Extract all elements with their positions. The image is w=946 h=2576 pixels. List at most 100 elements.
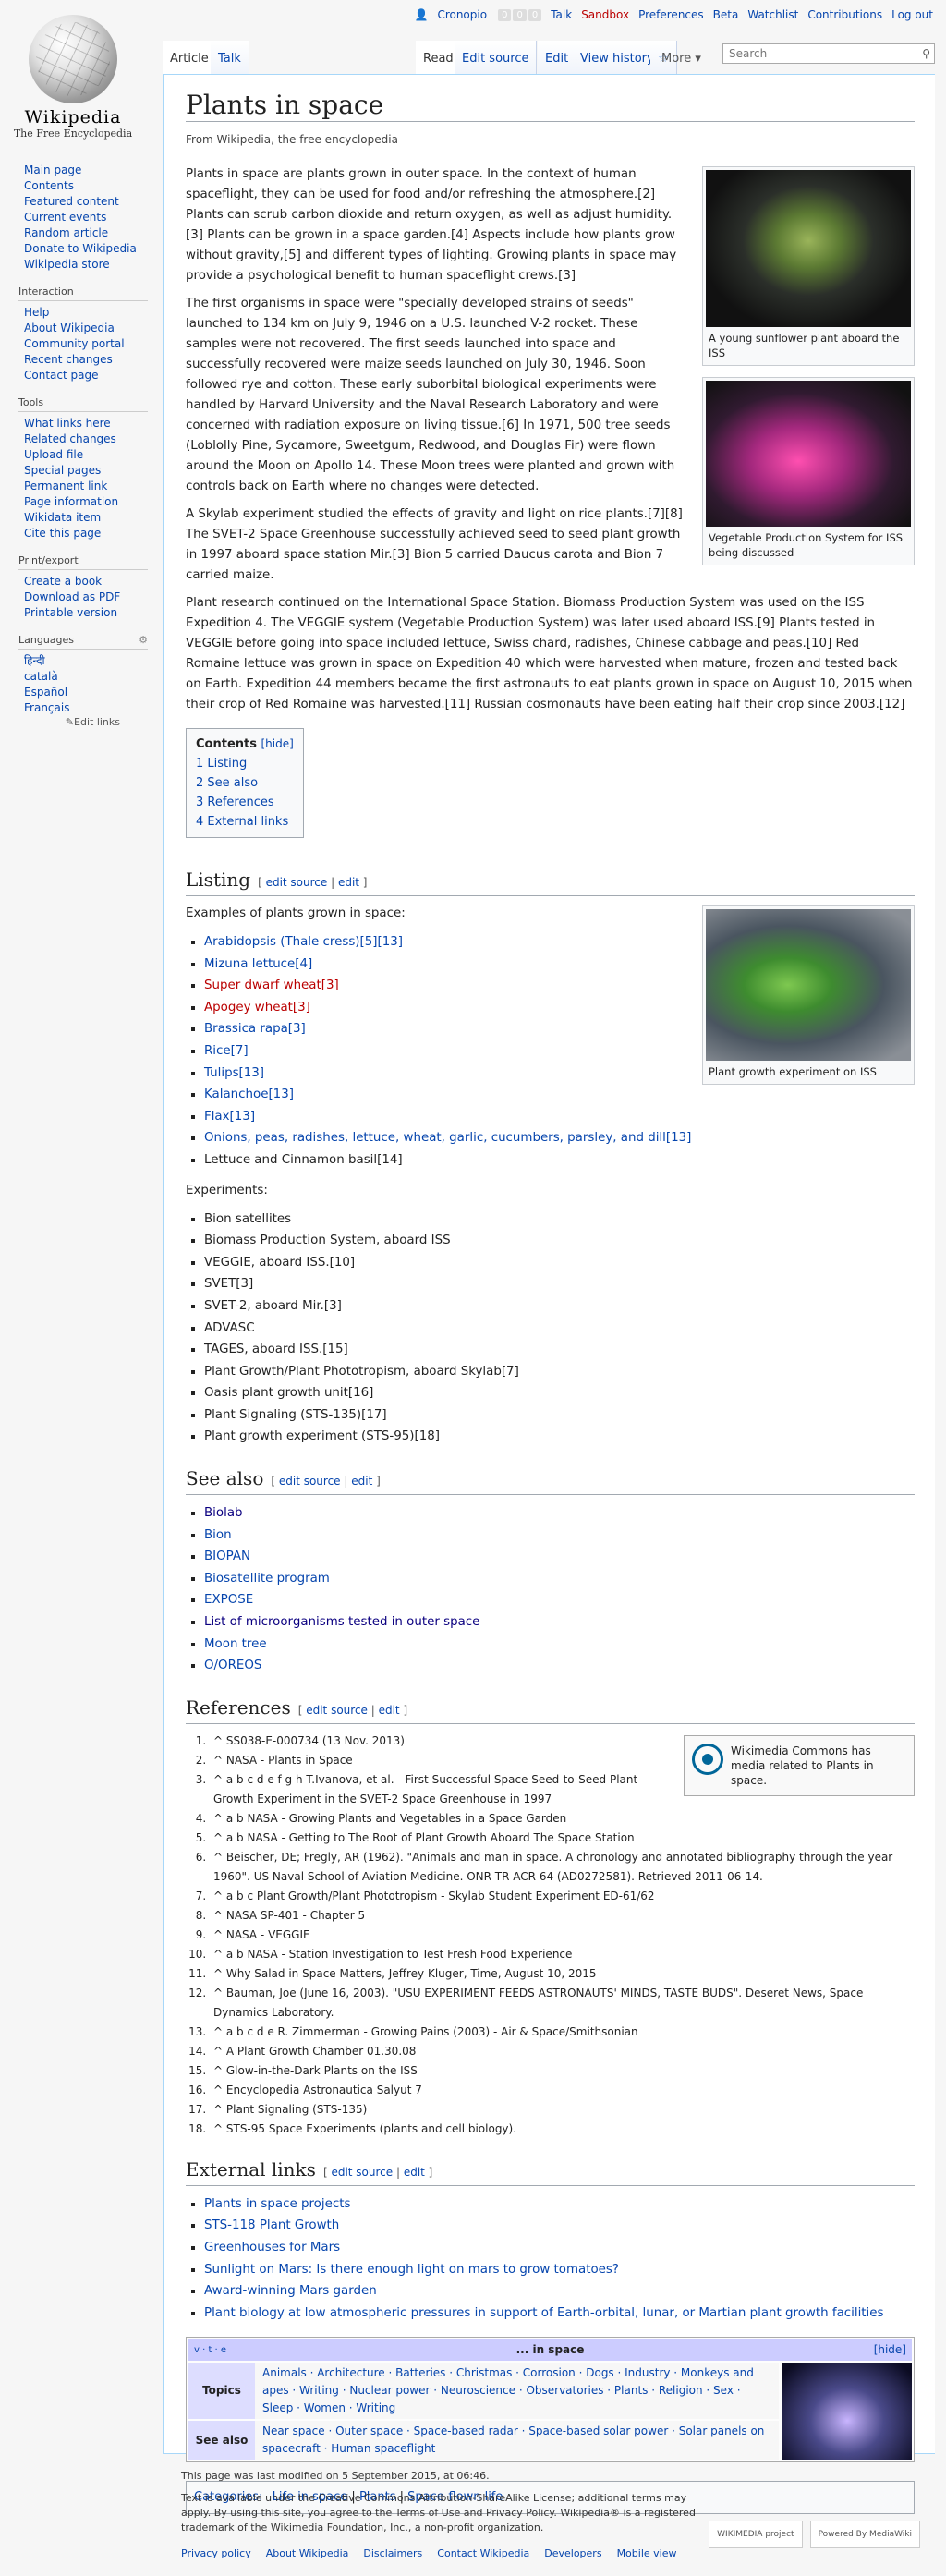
more-menu[interactable]: More ▾: [654, 41, 709, 74]
reference-item[interactable]: ^ a b NASA - Station Investigation to Te…: [210, 1945, 915, 1964]
external-link[interactable]: Plants in space projects: [204, 2197, 350, 2211]
edit-links-link[interactable]: Edit links: [74, 716, 120, 728]
notification-badges[interactable]: 000: [496, 7, 542, 21]
sidebar-item-wikidata[interactable]: Wikidata item: [24, 511, 101, 524]
sidebar-item-donate[interactable]: Donate to Wikipedia: [24, 242, 137, 255]
edit-link[interactable]: edit: [338, 876, 359, 889]
footer-link[interactable]: Mobile view: [617, 2546, 677, 2561]
lang-francais[interactable]: Français: [24, 701, 69, 714]
lang-hindi[interactable]: हिन्दी: [24, 654, 45, 667]
site-logo[interactable]: Wikipedia The Free Encyclopedia: [13, 6, 133, 140]
list-item[interactable]: BIOPAN: [204, 1549, 250, 1563]
external-link[interactable]: Sunlight on Mars: Is there enough light …: [204, 2263, 619, 2277]
search-icon[interactable]: ⚲: [922, 47, 930, 60]
reference-item[interactable]: ^ a b NASA - Growing Plants and Vegetabl…: [210, 1809, 915, 1829]
sidebar-item-main-page[interactable]: Main page: [24, 164, 81, 176]
reference-item[interactable]: ^ Glow-in-the-Dark Plants on the ISS: [210, 2061, 915, 2081]
reference-item[interactable]: ^ Encyclopedia Astronautica Salyut 7: [210, 2081, 915, 2100]
plant-growth-image[interactable]: [706, 909, 911, 1061]
reference-item[interactable]: ^ Plant Signaling (STS-135): [210, 2100, 915, 2120]
list-item[interactable]: Onions, peas, radishes, lettuce, wheat, …: [204, 1131, 691, 1145]
search-input[interactable]: Search ⚲: [722, 43, 935, 64]
tab-talk[interactable]: Talk: [211, 41, 249, 74]
list-item[interactable]: Kalanchoe[13]: [204, 1088, 294, 1101]
navbox-topics-list[interactable]: Animals · Architecture · Batteries · Chr…: [255, 2363, 779, 2420]
sidebar-item-recent-changes[interactable]: Recent changes: [24, 353, 113, 366]
toc-hide-link[interactable]: [hide]: [261, 737, 294, 750]
sidebar-item-help[interactable]: Help: [24, 306, 49, 319]
lang-catala[interactable]: català: [24, 670, 58, 683]
edit-source-link[interactable]: edit source: [279, 1475, 341, 1488]
reference-item[interactable]: ^ Beischer, DE; Fregly, AR (1962). "Anim…: [210, 1848, 915, 1887]
list-item[interactable]: Biosatellite program: [204, 1572, 330, 1586]
tab-edit-source[interactable]: Edit source: [455, 41, 538, 74]
external-link[interactable]: Plant biology at low atmospheric pressur…: [204, 2306, 884, 2320]
reference-item[interactable]: ^ a b c d e R. Zimmerman - Growing Pains…: [210, 2023, 915, 2042]
tab-edit[interactable]: Edit: [538, 41, 577, 74]
list-item[interactable]: O/OREOS: [204, 1659, 261, 1672]
external-link[interactable]: Greenhouses for Mars: [204, 2241, 340, 2254]
sidebar-item-permanent-link[interactable]: Permanent link: [24, 480, 107, 492]
list-item[interactable]: List of microorganisms tested in outer s…: [204, 1615, 479, 1629]
edit-link[interactable]: edit: [379, 1704, 400, 1717]
reference-item[interactable]: ^ STS-95 Space Experiments (plants and c…: [210, 2120, 915, 2139]
sidebar-item-create-book[interactable]: Create a book: [24, 575, 102, 588]
sidebar-item-about[interactable]: About Wikipedia: [24, 322, 115, 334]
list-item[interactable]: Mizuna lettuce[4]: [204, 957, 312, 971]
list-item[interactable]: Arabidopsis (Thale cress)[5][13]: [204, 935, 403, 949]
toc-item[interactable]: 2 See also: [196, 776, 258, 790]
edit-source-link[interactable]: edit source: [306, 1704, 368, 1717]
footer-link[interactable]: Developers: [544, 2546, 601, 2561]
list-item[interactable]: Tulips[13]: [204, 1066, 264, 1080]
sidebar-item-upload[interactable]: Upload file: [24, 448, 83, 461]
edit-source-link[interactable]: edit source: [331, 2166, 393, 2179]
reference-item[interactable]: ^ NASA - VEGGIE: [210, 1926, 915, 1945]
beta-link[interactable]: Beta: [713, 8, 739, 21]
sidebar-item-random[interactable]: Random article: [24, 226, 108, 239]
sidebar-item-cite[interactable]: Cite this page: [24, 527, 101, 540]
edit-link[interactable]: edit: [351, 1475, 372, 1488]
contributions-link[interactable]: Contributions: [807, 8, 882, 21]
toc-item[interactable]: 1 Listing: [196, 757, 247, 771]
sidebar-item-store[interactable]: Wikipedia store: [24, 258, 110, 271]
lang-espanol[interactable]: Español: [24, 686, 67, 699]
mediawiki-badge[interactable]: Powered By MediaWiki: [809, 2521, 920, 2548]
footer-link[interactable]: Contact Wikipedia: [437, 2546, 529, 2561]
list-item[interactable]: Bion: [204, 1528, 232, 1542]
toc-item[interactable]: 4 External links: [196, 815, 288, 829]
gear-icon[interactable]: ⚙: [139, 634, 148, 646]
sidebar-item-current-events[interactable]: Current events: [24, 211, 106, 224]
sidebar-item-contents[interactable]: Contents: [24, 179, 74, 192]
list-item[interactable]: Rice[7]: [204, 1044, 249, 1058]
sunflower-image[interactable]: [706, 170, 911, 327]
sidebar-item-page-info[interactable]: Page information: [24, 495, 118, 508]
edit-link[interactable]: edit: [404, 2166, 425, 2179]
watchlist-link[interactable]: Watchlist: [747, 8, 798, 21]
reference-item[interactable]: ^ NASA SP-401 - Chapter 5: [210, 1906, 915, 1926]
username-link[interactable]: Cronopio: [437, 8, 487, 21]
logout-link[interactable]: Log out: [891, 8, 933, 21]
navbox-image[interactable]: [782, 2363, 912, 2461]
list-item[interactable]: Brassica rapa[3]: [204, 1022, 306, 1036]
navbox-see-also-list[interactable]: Near space · Outer space · Space-based r…: [255, 2421, 779, 2461]
footer-link[interactable]: Disclaimers: [363, 2546, 422, 2561]
navbox-hide-link[interactable]: [hide]: [874, 2341, 906, 2359]
reference-item[interactable]: ^ a b NASA - Getting to The Root of Plan…: [210, 1829, 915, 1848]
sidebar-item-what-links[interactable]: What links here: [24, 417, 111, 430]
reference-item[interactable]: ^ A Plant Growth Chamber 01.30.08: [210, 2042, 915, 2061]
sandbox-link[interactable]: Sandbox: [581, 8, 629, 21]
sidebar-item-featured[interactable]: Featured content: [24, 195, 119, 208]
list-item[interactable]: Apogey wheat[3]: [204, 1001, 310, 1015]
sidebar-item-related-changes[interactable]: Related changes: [24, 432, 116, 445]
toc-item[interactable]: 3 References: [196, 796, 274, 809]
sidebar-item-download-pdf[interactable]: Download as PDF: [24, 590, 120, 603]
footer-link[interactable]: About Wikipedia: [266, 2546, 349, 2561]
list-item[interactable]: EXPOSE: [204, 1593, 253, 1607]
external-link[interactable]: Award-winning Mars garden: [204, 2284, 377, 2298]
preferences-link[interactable]: Preferences: [638, 8, 704, 21]
navbox-vte-links[interactable]: v · t · e: [194, 2341, 226, 2359]
tab-view-history[interactable]: View history: [573, 41, 662, 74]
wikimedia-badge[interactable]: WIKIMEDIA project: [709, 2521, 803, 2548]
veggie-image[interactable]: [706, 381, 911, 527]
reference-item[interactable]: ^ Bauman, Joe (June 16, 2003). "USU EXPE…: [210, 1984, 915, 2023]
